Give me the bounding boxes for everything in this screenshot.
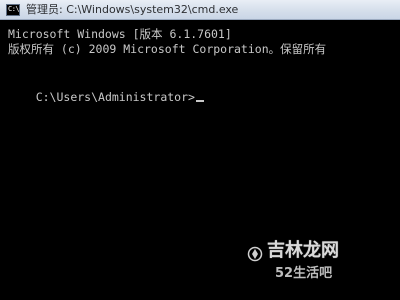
watermark-main-text: 吉林龙网 [267, 240, 339, 261]
window-titlebar[interactable]: C:\ 管理员: C:\Windows\system32\cmd.exe [0, 0, 400, 20]
watermark-sub-text: 52生活吧 [275, 266, 333, 281]
watermark: 吉林龙网 52生活吧 [247, 240, 392, 290]
window-title: 管理员: C:\Windows\system32\cmd.exe [26, 3, 239, 16]
console-line-copyright: 版权所有 (c) 2009 Microsoft Corporation。保留所有 [8, 42, 327, 56]
text-cursor [195, 100, 204, 102]
command-prompt-icon[interactable]: C:\ [6, 4, 20, 16]
console-line-version: Microsoft Windows [版本 6.1.7601] [8, 27, 232, 41]
console-prompt-line[interactable]: C:\Users\Administrator> [8, 76, 204, 118]
command-prompt-text: C:\Users\Administrator> [35, 90, 195, 104]
watermark-logo-icon [247, 246, 263, 262]
app-icon-text: C:\ [8, 5, 20, 13]
